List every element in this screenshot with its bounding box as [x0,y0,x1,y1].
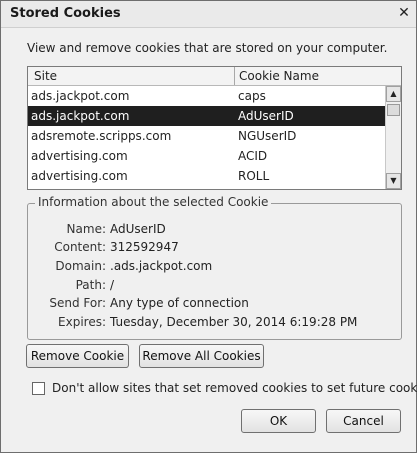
name-label: Name: [66,222,106,236]
table-row[interactable]: advertising.com ACID [28,146,386,166]
name-value: AdUserID [110,222,166,236]
row-cookie-name: AdUserID [238,109,294,123]
content-value: 312592947 [110,240,179,254]
row-site: advertising.com [31,149,128,163]
row-cookie-name: NGUserID [238,129,297,143]
row-site: advertising.com [31,169,128,183]
row-site: adsremote.scripps.com [31,129,172,143]
dont-allow-checkbox-label[interactable]: Don't allow sites that set removed cooki… [52,381,417,395]
path-value: / [110,278,115,292]
content-label: Content: [54,240,106,254]
dialog-description: View and remove cookies that are stored … [27,41,388,55]
dont-allow-checkbox[interactable] [32,382,45,395]
ok-button[interactable]: OK [241,409,316,433]
list-header: Site Cookie Name [28,67,401,86]
column-header-site[interactable]: Site [34,69,57,83]
column-header-cookie-name[interactable]: Cookie Name [239,69,319,83]
row-site: ads.jackpot.com [31,109,130,123]
title-bar: Stored Cookies ✕ [1,1,416,28]
column-divider[interactable] [234,67,235,85]
close-icon[interactable]: ✕ [396,4,412,22]
table-row[interactable]: adsremote.scripps.com NGUserID [28,126,386,146]
row-site: ads.jackpot.com [31,89,130,103]
cancel-button[interactable]: Cancel [326,409,401,433]
domain-label: Domain: [55,259,106,273]
row-cookie-name: ROLL [238,169,270,183]
stored-cookies-dialog: Stored Cookies ✕ View and remove cookies… [0,0,417,453]
send-for-label: Send For: [49,296,106,310]
scroll-up-icon[interactable]: ▲ [386,86,401,102]
cookie-list[interactable]: Site Cookie Name ads.jackpot.com caps ad… [27,66,402,190]
scrollbar-thumb[interactable] [387,104,400,116]
remove-all-cookies-button[interactable]: Remove All Cookies [139,344,264,368]
row-cookie-name: caps [238,89,266,103]
list-rows: ads.jackpot.com caps ads.jackpot.com AdU… [28,86,386,186]
dialog-title: Stored Cookies [10,6,121,21]
send-for-value: Any type of connection [110,296,249,310]
cookie-info-title: Information about the selected Cookie [35,195,272,209]
table-row-selected[interactable]: ads.jackpot.com AdUserID [28,106,386,126]
expires-label: Expires: [58,315,106,329]
row-cookie-name: ACID [238,149,268,163]
table-row[interactable]: advertising.com ROLL [28,166,386,186]
vertical-scrollbar[interactable]: ▲ ▼ [385,86,401,189]
scroll-down-icon[interactable]: ▼ [386,173,401,189]
domain-value: .ads.jackpot.com [110,259,213,273]
expires-value: Tuesday, December 30, 2014 6:19:28 PM [110,315,358,329]
path-label: Path: [75,278,106,292]
remove-cookie-button[interactable]: Remove Cookie [26,344,129,368]
table-row[interactable]: ads.jackpot.com caps [28,86,386,106]
